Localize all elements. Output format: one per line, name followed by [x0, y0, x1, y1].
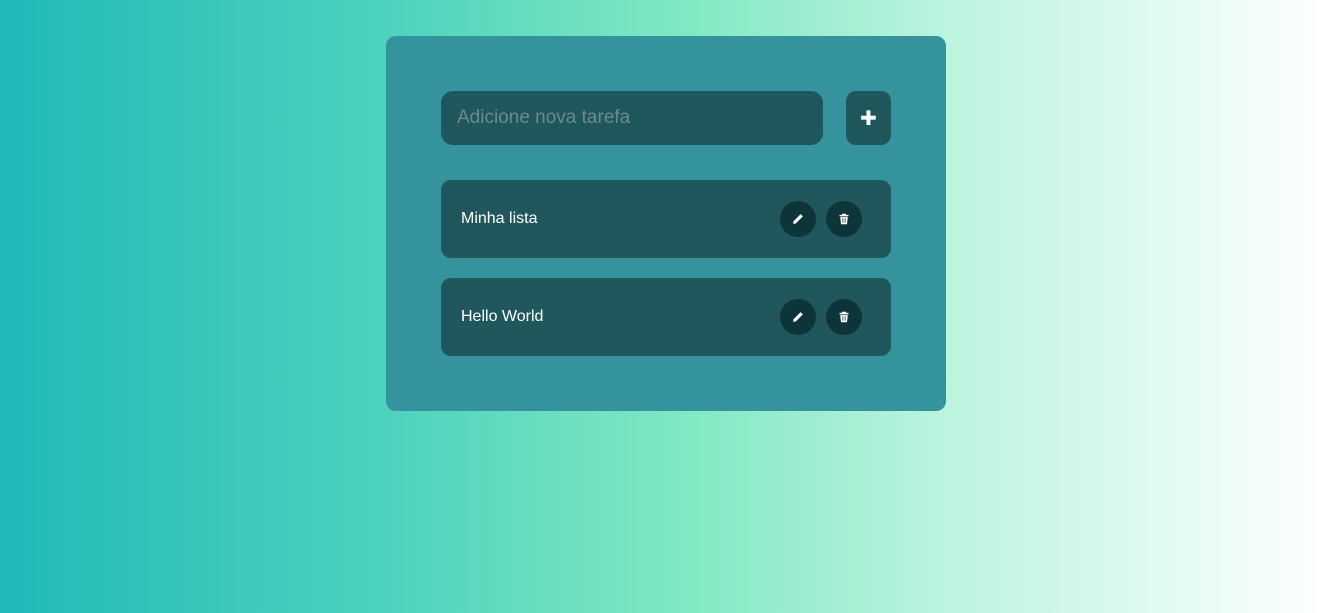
edit-task-button[interactable] [780, 201, 816, 237]
new-task-row: ✚ [441, 91, 891, 145]
delete-task-button[interactable] [826, 299, 862, 335]
plus-icon: ✚ [860, 106, 877, 130]
pencil-icon [793, 214, 803, 224]
delete-task-button[interactable] [826, 201, 862, 237]
trash-icon [839, 213, 849, 225]
edit-task-button[interactable] [780, 299, 816, 335]
task-item: Hello World [441, 278, 891, 356]
task-label: Minha lista [461, 210, 538, 227]
task-label: Hello World [461, 308, 544, 325]
pencil-icon [793, 312, 803, 322]
task-item: Minha lista [441, 180, 891, 258]
add-task-button[interactable]: ✚ [846, 91, 891, 145]
trash-icon [839, 311, 849, 323]
todo-card: ✚ Minha lista Hello World [386, 36, 946, 411]
new-task-input[interactable] [441, 91, 823, 145]
